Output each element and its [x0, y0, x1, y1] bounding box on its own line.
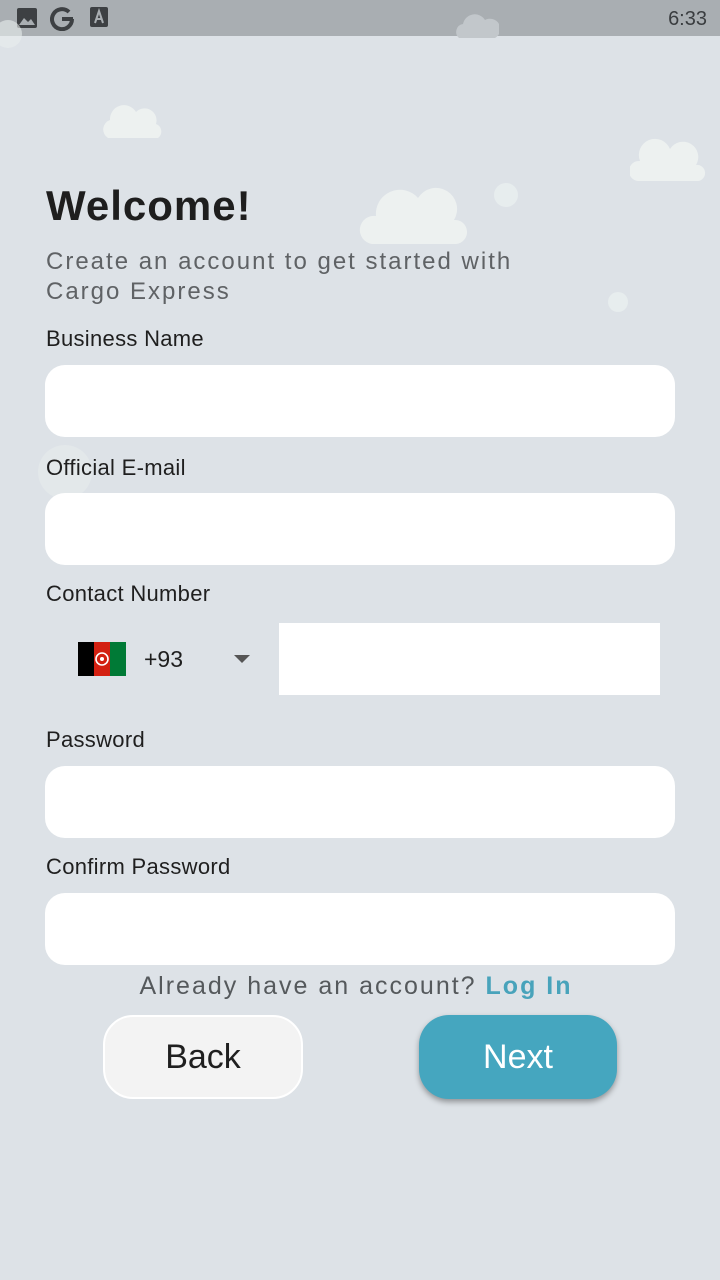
cloud-decoration	[359, 187, 468, 244]
login-prompt-text: Already have an account?	[139, 972, 477, 1000]
phone-number-input[interactable]	[279, 623, 660, 695]
contact-number-label: Contact Number	[46, 581, 211, 606]
bubble-decoration	[608, 292, 628, 312]
confirm-password-input[interactable]	[45, 893, 675, 965]
font-icon	[90, 7, 108, 27]
google-icon	[50, 7, 75, 31]
cloud-decoration	[456, 14, 499, 38]
status-time: 6:33	[668, 8, 707, 30]
confirm-password-label: Confirm Password	[46, 854, 231, 879]
email-label: Official E-mail	[46, 455, 186, 480]
afghanistan-flag-icon	[78, 642, 126, 676]
country-code-dropdown[interactable]: +93	[62, 625, 272, 693]
password-label: Password	[46, 727, 145, 752]
business-name-input[interactable]	[45, 365, 675, 437]
cloud-decoration	[103, 105, 162, 138]
status-bar: 6:33	[0, 0, 720, 36]
next-button[interactable]: Next	[419, 1015, 617, 1099]
login-prompt: Already have an account? Log In	[0, 972, 712, 1001]
back-button[interactable]: Back	[103, 1015, 303, 1099]
password-input[interactable]	[45, 766, 675, 838]
bubble-decoration	[0, 20, 22, 48]
business-name-label: Business Name	[46, 326, 204, 351]
cloud-decoration	[630, 138, 706, 181]
login-link[interactable]: Log In	[486, 972, 573, 1000]
email-input[interactable]	[45, 493, 675, 565]
dial-code: +93	[144, 646, 184, 672]
chevron-down-icon	[234, 655, 250, 663]
page-title: Welcome!	[46, 182, 252, 229]
bubble-decoration	[494, 183, 518, 207]
page-subtitle: Create an account to get started with Ca…	[46, 248, 513, 305]
